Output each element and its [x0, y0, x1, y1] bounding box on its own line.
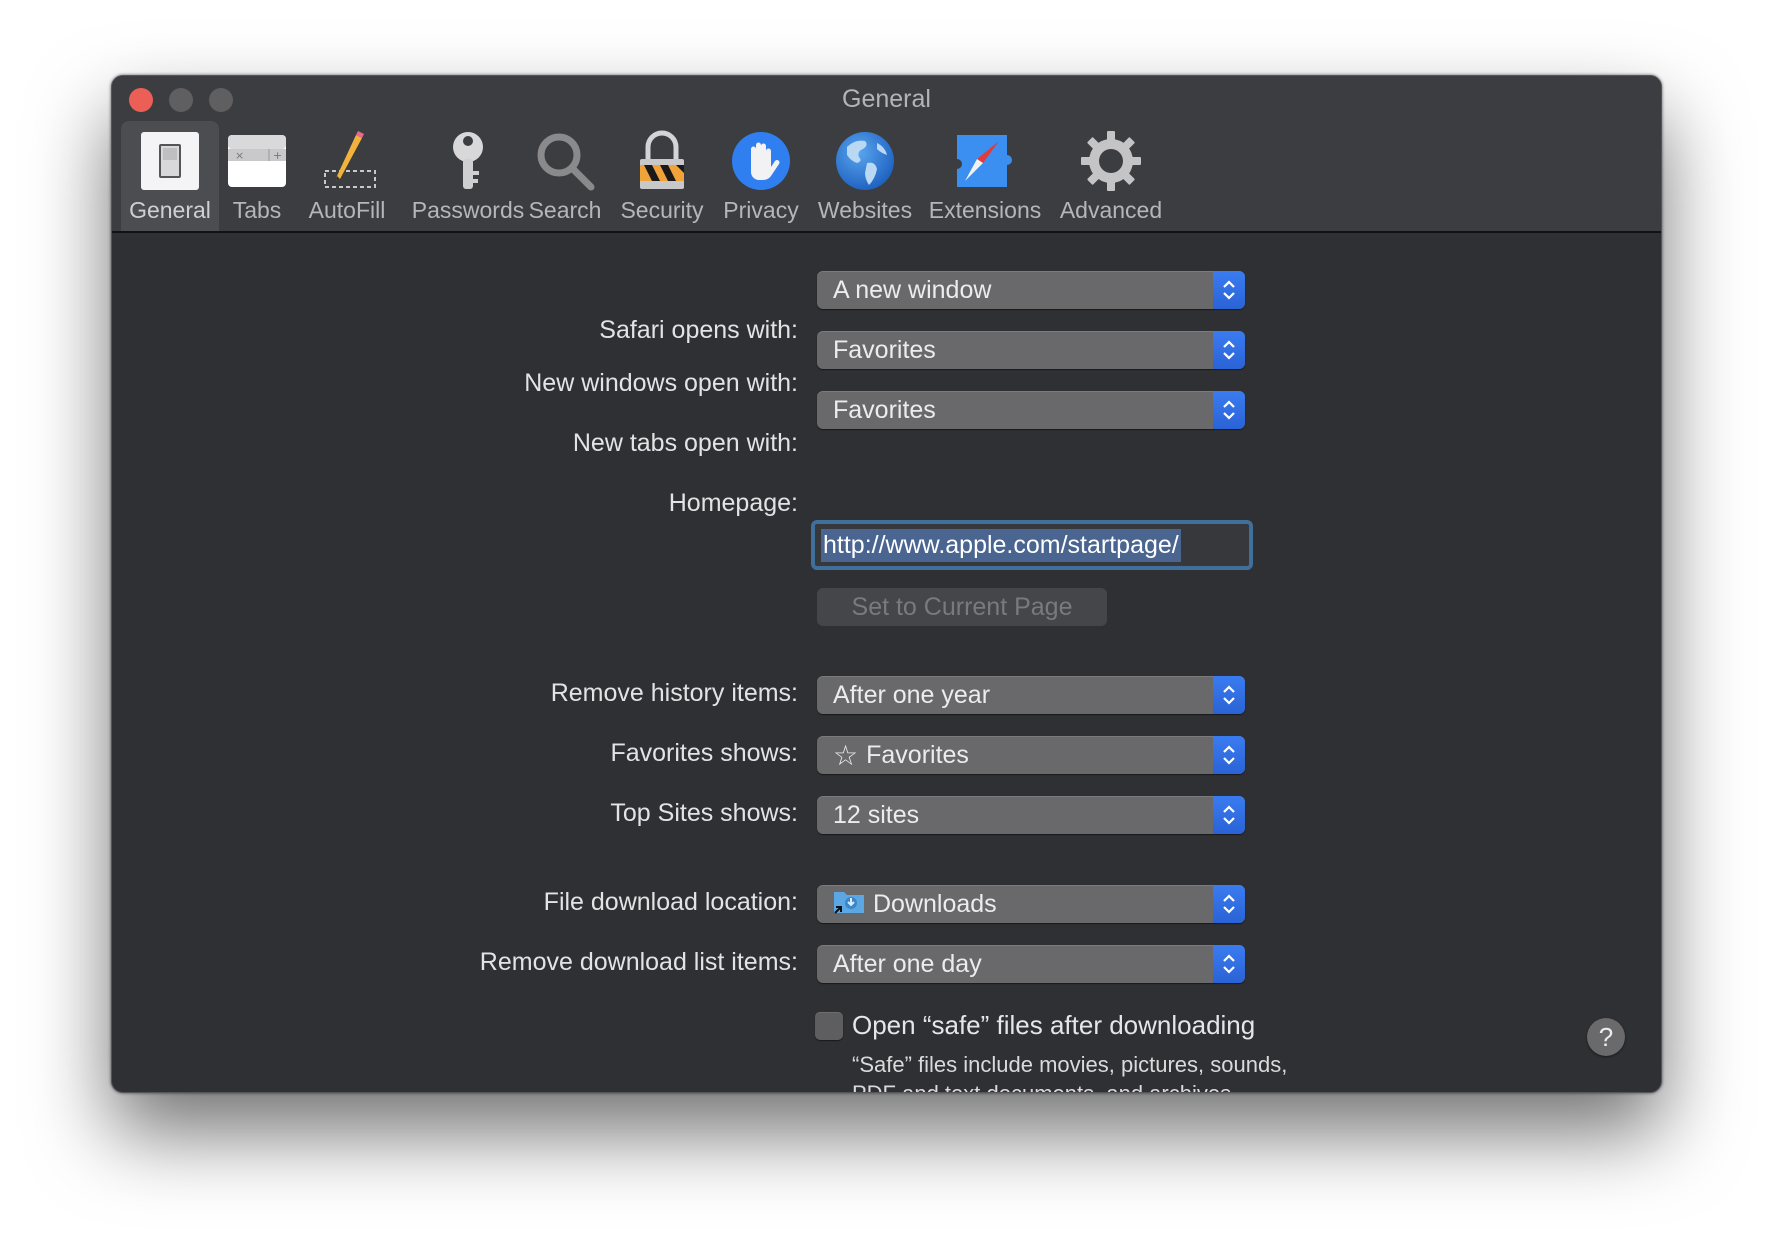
general-settings-pane: Safari opens with: A new window New wind…: [112, 233, 1661, 1092]
remove-download-list-items-label: Remove download list items:: [479, 948, 798, 976]
new-tabs-open-with-popup[interactable]: Favorites: [817, 391, 1245, 429]
new-windows-open-with-label: New windows open with:: [524, 369, 798, 397]
favorites-shows-popup[interactable]: ☆ Favorites: [817, 736, 1245, 774]
chevron-updown-icon: [1213, 945, 1245, 983]
chevron-updown-icon: [1213, 885, 1245, 923]
homepage-label: Homepage:: [668, 489, 798, 517]
toolbar-item-security[interactable]: Security: [615, 121, 709, 231]
safari-opens-with-label: Safari opens with:: [599, 316, 798, 344]
top-sites-shows-popup[interactable]: 12 sites: [817, 796, 1245, 834]
toolbar-item-privacy[interactable]: Privacy: [717, 121, 805, 231]
chevron-updown-icon: [1213, 391, 1245, 429]
toolbar-item-advanced[interactable]: Advanced: [1052, 121, 1170, 231]
set-to-current-page-button[interactable]: Set to Current Page: [817, 588, 1107, 626]
autofill-pencil-icon: [315, 129, 379, 193]
svg-text:+: +: [273, 149, 282, 162]
puzzle-compass-icon: [953, 129, 1017, 193]
safari-opens-with-popup[interactable]: A new window: [817, 271, 1245, 309]
toolbar-item-extensions[interactable]: Extensions: [925, 121, 1045, 231]
svg-text:×: ×: [235, 149, 244, 162]
top-sites-shows-label: Top Sites shows:: [610, 799, 798, 827]
remove-download-list-items-popup[interactable]: After one day: [817, 945, 1245, 983]
titlebar: General General × + Tabs AutoFill Passwo…: [112, 76, 1661, 233]
chevron-updown-icon: [1213, 736, 1245, 774]
chevron-updown-icon: [1213, 271, 1245, 309]
chevron-updown-icon: [1213, 676, 1245, 714]
toolbar-item-search[interactable]: Search: [522, 121, 608, 231]
toolbar-item-autofill[interactable]: AutoFill: [300, 121, 394, 231]
favorites-shows-label: Favorites shows:: [610, 739, 798, 767]
window-title: General: [842, 85, 931, 113]
safe-files-description: “Safe” files include movies, pictures, s…: [852, 1052, 1288, 1093]
new-windows-open-with-popup[interactable]: Favorites: [817, 331, 1245, 369]
open-safe-files-label[interactable]: Open “safe” files after downloading: [852, 1010, 1255, 1041]
remove-history-items-popup[interactable]: After one year: [817, 676, 1245, 714]
star-icon: ☆: [833, 739, 859, 771]
magnifier-icon: [533, 129, 597, 193]
globe-icon: [833, 129, 897, 193]
chevron-updown-icon: [1213, 331, 1245, 369]
new-tabs-open-with-label: New tabs open with:: [572, 429, 798, 457]
key-icon: [436, 129, 500, 193]
chevron-updown-icon: [1213, 796, 1245, 834]
file-download-location-label: File download location:: [543, 888, 798, 916]
downloads-folder-icon: [833, 888, 865, 921]
file-download-location-popup[interactable]: Downloads: [817, 885, 1245, 923]
gear-icon: [1079, 129, 1143, 193]
toolbar-item-tabs[interactable]: × + Tabs: [220, 121, 294, 231]
homepage-value: http://www.apple.com/startpage/: [821, 528, 1181, 562]
help-button[interactable]: ?: [1587, 1018, 1625, 1056]
remove-history-items-label: Remove history items:: [550, 679, 798, 707]
preferences-window: General General × + Tabs AutoFill Passwo…: [111, 75, 1662, 1093]
toolbar-item-general[interactable]: General: [121, 121, 219, 231]
hand-icon: [729, 129, 793, 193]
general-switch-icon: [138, 129, 202, 193]
homepage-field[interactable]: http://www.apple.com/startpage/: [811, 520, 1253, 570]
toolbar-item-websites[interactable]: Websites: [814, 121, 916, 231]
toolbar-item-passwords[interactable]: Passwords: [400, 121, 536, 231]
open-safe-files-checkbox[interactable]: [815, 1012, 843, 1040]
padlock-icon: [630, 129, 694, 193]
tabs-icon: × +: [225, 129, 289, 193]
